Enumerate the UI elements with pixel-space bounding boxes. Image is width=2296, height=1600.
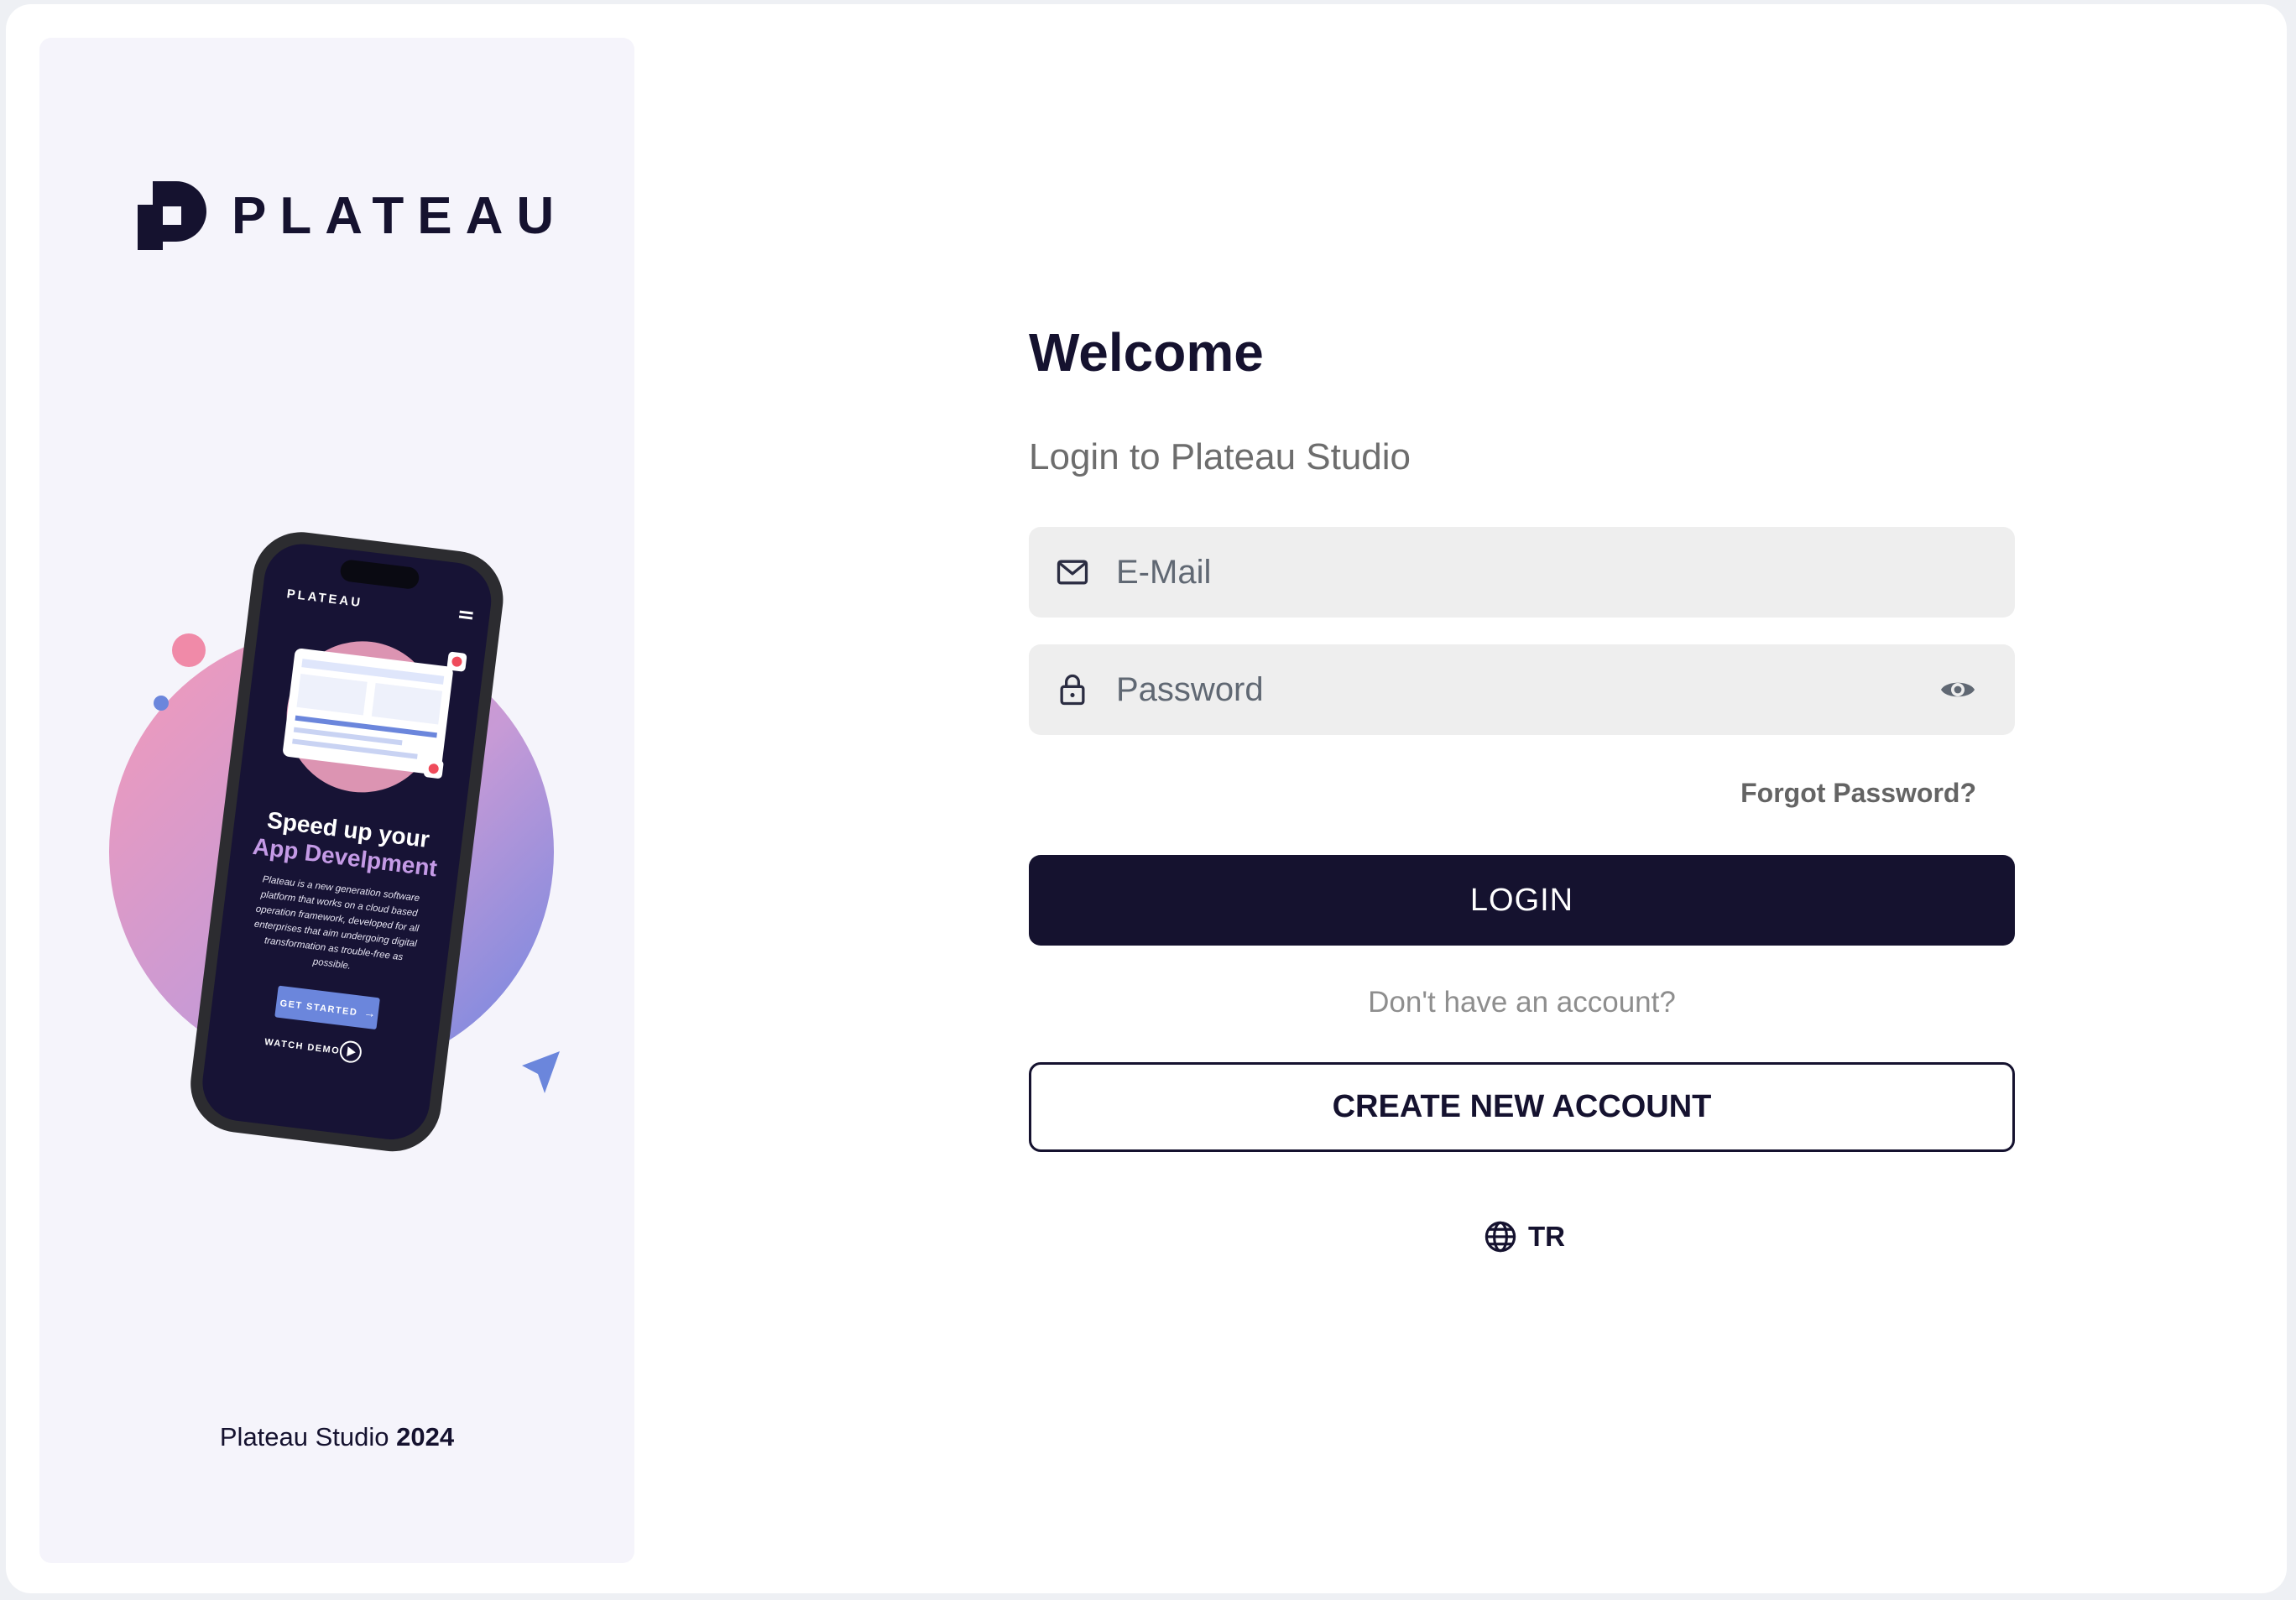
decor-dot-pink (172, 633, 206, 667)
page-subtitle: Login to Plateau Studio (1029, 436, 1412, 477)
copyright: Plateau Studio 2024 (39, 1422, 634, 1452)
decor-dot-blue (154, 696, 169, 711)
logo-text: PLATEAU (232, 186, 568, 245)
password-input[interactable] (1114, 644, 1938, 736)
svg-text:→: → (363, 1005, 377, 1020)
mail-icon (1057, 560, 1088, 585)
no-account-text: Don't have an account? (1368, 986, 1676, 1019)
language-label: TR (1528, 1221, 1565, 1252)
eye-icon[interactable] (1938, 670, 1978, 710)
copyright-name: Plateau Studio (219, 1422, 389, 1451)
copyright-year: 2024 (396, 1422, 455, 1451)
email-input[interactable] (1114, 526, 2015, 618)
forgot-password-link[interactable]: Forgot Password? (1740, 778, 1976, 809)
create-account-button[interactable]: CREATE NEW ACCOUNT (1029, 1062, 2015, 1152)
brand-panel: PLATEAU PLATEAU Speed up your App Develp… (39, 38, 634, 1563)
login-button[interactable]: LOGIN (1029, 855, 2015, 946)
email-field[interactable] (1029, 526, 2015, 618)
password-field[interactable] (1029, 644, 2015, 736)
phone-illustration: PLATEAU Speed up your App Develpment Pla… (109, 532, 560, 1152)
paper-plane-icon (522, 1051, 560, 1093)
language-switcher[interactable]: TR (1483, 1217, 1565, 1256)
globe-icon (1485, 1221, 1516, 1253)
logo-icon (138, 181, 206, 250)
login-window: PLATEAU PLATEAU Speed up your App Develp… (6, 4, 2287, 1593)
lock-icon (1060, 674, 1085, 706)
plateau-logo: PLATEAU (138, 175, 567, 257)
page-title: Welcome (1029, 322, 1264, 383)
